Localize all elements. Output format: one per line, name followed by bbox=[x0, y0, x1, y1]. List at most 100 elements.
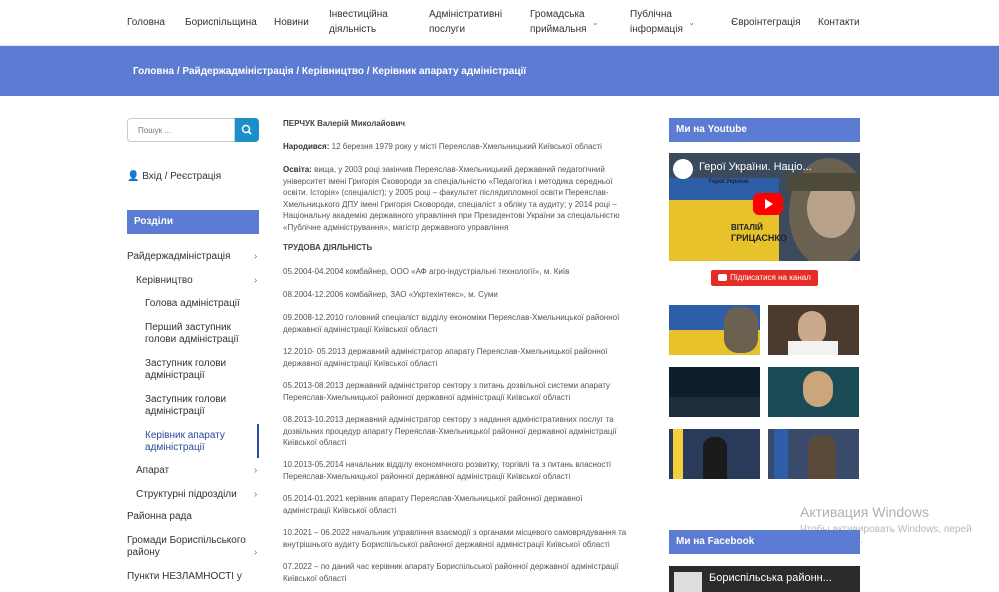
education-line: Хмельницького ДПУ імені Григорія Сковоро… bbox=[283, 199, 617, 209]
chevron-down-icon: ⌄ bbox=[688, 18, 695, 27]
birth-text: 12 березня 1979 року у місті Переяслав-Х… bbox=[329, 142, 602, 151]
work-line: 05.2013-08.2013 державний адміністратор … bbox=[283, 381, 611, 390]
video-thumbnail-6[interactable] bbox=[768, 429, 859, 479]
nav-contacts[interactable]: Контакти bbox=[818, 15, 860, 30]
work-entry: 12.2010- 05.2013 державний адміністратор… bbox=[283, 346, 643, 369]
activation-title: Активация Windows bbox=[800, 504, 930, 520]
facebook-video-title[interactable]: Бориспільська районн... bbox=[709, 572, 832, 584]
video-thumbnail-5[interactable] bbox=[669, 429, 760, 479]
login-label: Вхід / Реєстрація bbox=[142, 171, 222, 182]
nav-public-info-line1: Публічна bbox=[630, 9, 672, 20]
search-input[interactable] bbox=[127, 118, 235, 142]
search-button[interactable] bbox=[235, 118, 259, 142]
login-link[interactable]: 👤 Вхід / Реєстрація bbox=[127, 171, 221, 182]
sidebar-item-label: Апарат bbox=[136, 465, 170, 476]
subscribe-label: Підписатися на канал bbox=[730, 273, 811, 282]
nav-eurointegration[interactable]: Євроінтеграція bbox=[731, 15, 801, 30]
video-thumbnail-2[interactable] bbox=[768, 305, 859, 355]
work-line: адміністрації Київської області bbox=[283, 505, 397, 515]
sidebar-item-district-council[interactable]: Районна рада bbox=[127, 511, 192, 523]
sidebar-item-label: адміністрації bbox=[145, 370, 205, 381]
education-line: вища, у 2003 році закінчив Переяслав-Хме… bbox=[311, 165, 605, 174]
sidebar-item-label: району bbox=[127, 547, 160, 558]
nav-admin-services-line1: Адміністративні bbox=[429, 9, 503, 20]
play-button[interactable] bbox=[753, 193, 783, 215]
thumb-face bbox=[803, 371, 833, 407]
nav-boryspil-region[interactable]: Бориспільщина bbox=[185, 15, 257, 30]
sidebar-item-communities[interactable]: Громади Бориспільського району › bbox=[127, 535, 259, 559]
sidebar-item-deputy-1[interactable]: Заступник голови адміністрації bbox=[145, 358, 226, 382]
work-entry: 10.2013-05.2014 начальник відділу економ… bbox=[283, 459, 643, 482]
work-line: Київської області bbox=[283, 573, 347, 583]
nav-public-info[interactable]: Публічна інформація ⌄ bbox=[630, 7, 695, 37]
sidebar-item-first-deputy[interactable]: Перший заступник голови адміністрації bbox=[145, 322, 239, 346]
education-line: університет імені Григорія Сковороди за … bbox=[283, 176, 613, 186]
sidebar-item-label: Структурні підрозділи bbox=[136, 489, 237, 500]
nav-home[interactable]: Головна bbox=[127, 15, 165, 30]
breadcrumb[interactable]: Головна / Райдержадміністрація / Керівни… bbox=[133, 66, 526, 77]
sidebar-item-label: Керівництво bbox=[136, 275, 193, 286]
subscribe-button[interactable]: Підписатися на канал bbox=[711, 270, 818, 286]
education-line: Національну академію державного управлін… bbox=[283, 211, 620, 220]
facebook-video[interactable]: Бориспільська районн... bbox=[669, 566, 860, 592]
sidebar-item-deputy-2[interactable]: Заступник голови адміністрації bbox=[145, 394, 226, 418]
chevron-right-icon: › bbox=[254, 547, 258, 558]
facebook-heading: Ми на Facebook bbox=[669, 530, 860, 554]
thumb-figure bbox=[724, 307, 758, 353]
thumb-caption: Герої України bbox=[709, 179, 749, 185]
education-info: Освіта: вища, у 2003 році закінчив Перея… bbox=[283, 164, 643, 233]
sidebar-item-apparatus[interactable]: Апарат › bbox=[136, 465, 259, 477]
thumb-figure bbox=[808, 435, 836, 479]
birth-label: Народився: bbox=[283, 142, 330, 151]
search-form bbox=[127, 118, 259, 142]
sidebar-item-chief-of-staff[interactable]: Керівник апарату адміністрації bbox=[145, 430, 225, 454]
work-entry: 05.2014-01.2021 керівник апарату Переясл… bbox=[283, 493, 643, 516]
page-avatar bbox=[674, 572, 702, 592]
nav-admin-services[interactable]: Адміністративні послуги bbox=[429, 7, 502, 37]
nav-public-reception[interactable]: Громадська приймальня ⌄ bbox=[530, 7, 599, 37]
sidebar-item-label: Керівник апарату bbox=[145, 430, 225, 441]
sidebar-item-leadership[interactable]: Керівництво › bbox=[136, 275, 259, 287]
work-entry: 10.2021 – 06.2022 начальник управління в… bbox=[283, 527, 643, 550]
birth-info: Народився: 12 березня 1979 року у місті … bbox=[283, 141, 643, 153]
nav-admin-services-line2: послуги bbox=[429, 24, 466, 35]
sidebar-item-label: Заступник голови bbox=[145, 358, 227, 369]
chevron-right-icon: › bbox=[254, 251, 258, 262]
nav-public-info-line2: інформація bbox=[630, 24, 683, 35]
sidebar-item-label: Заступник голови bbox=[145, 394, 227, 405]
work-heading: ТРУДОВА ДІЯЛЬНІСТЬ bbox=[283, 243, 373, 252]
video-thumbnail-4[interactable] bbox=[768, 367, 859, 417]
sidebar-item-invincibility-points[interactable]: Пункти НЕЗЛАМНОСТІ у bbox=[127, 571, 242, 583]
work-line: державної адміністрації Київської област… bbox=[283, 358, 438, 368]
work-line: державної адміністрації Київської област… bbox=[283, 324, 438, 334]
work-line: Переяслав-Хмельницької районної державно… bbox=[283, 392, 571, 402]
chevron-right-icon: › bbox=[254, 465, 258, 476]
education-line: освіти. Історія» (спеціаліст); у 2005 ро… bbox=[283, 188, 609, 197]
sidebar-item-head[interactable]: Голова адміністрації bbox=[145, 298, 240, 310]
youtube-video-player[interactable]: Герої України. Націо... Герої України ВІ… bbox=[669, 153, 860, 261]
work-entry: 07.2022 – по даний час керівник апарату … bbox=[283, 561, 643, 584]
nav-investment[interactable]: Інвестиційна діяльність bbox=[329, 7, 388, 37]
youtube-icon bbox=[718, 274, 728, 282]
video-title[interactable]: Герої України. Націо... bbox=[699, 161, 812, 173]
nav-news[interactable]: Новини bbox=[274, 15, 309, 30]
thumb-face bbox=[798, 311, 826, 345]
video-thumbnail-3[interactable] bbox=[669, 367, 760, 417]
youtube-heading: Ми на Youtube bbox=[669, 118, 860, 142]
work-line: 07.2022 – по даний час керівник апарату … bbox=[283, 562, 619, 571]
thumb-road bbox=[669, 397, 760, 417]
sidebar-heading: Розділи bbox=[127, 210, 259, 234]
user-icon: 👤 bbox=[127, 171, 140, 182]
top-navigation: Головна Бориспільщина Новини Інвестиційн… bbox=[0, 0, 999, 46]
work-line: 05.2004-04.2004 комбайнер, ООО «АФ агро-… bbox=[283, 267, 570, 276]
thumb-flag bbox=[673, 429, 683, 479]
education-label: Освіта: bbox=[283, 165, 312, 174]
chevron-right-icon: › bbox=[254, 489, 258, 500]
sidebar-item-label: адміністрації bbox=[145, 442, 205, 453]
sidebar-item-rda[interactable]: Райдержадміністрація › bbox=[127, 251, 259, 263]
video-thumbnail-1[interactable] bbox=[669, 305, 760, 355]
sidebar-item-structural-units[interactable]: Структурні підрозділи › bbox=[136, 489, 259, 501]
thumb-flag bbox=[774, 429, 788, 479]
work-line: 09.2008-12.2010 головний спеціаліст відд… bbox=[283, 313, 620, 322]
sidebar-item-label: Перший заступник bbox=[145, 322, 232, 333]
